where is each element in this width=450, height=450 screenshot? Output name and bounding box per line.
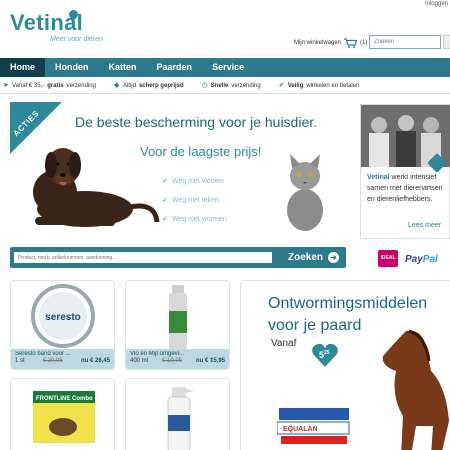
frontline-box-image: FRONTLINE Combo <box>33 391 95 443</box>
price-cents: 25 <box>324 350 330 356</box>
product-card[interactable]: FRONTLINE Combo <box>10 378 115 450</box>
nav-katten[interactable]: Katten <box>99 58 147 77</box>
main-search-input[interactable] <box>14 252 272 263</box>
product-name: Seresto band voor ... <box>15 351 71 357</box>
cat-image <box>287 154 323 231</box>
product-card[interactable]: seresto Seresto band voor ... 1 st € 29,… <box>10 280 115 370</box>
usp-bold: scherp geprijsd <box>138 82 184 89</box>
tagline: Meer voor dieren <box>50 36 103 43</box>
check-icon: ✓ <box>162 216 168 223</box>
logo[interactable]: Vetinal Meer voor dieren <box>10 8 103 43</box>
product-old-price: € 29,95 <box>42 358 63 364</box>
usp-bold: gratis <box>47 82 64 89</box>
header-search-button[interactable] <box>443 35 450 49</box>
horse-promo-title: Ontwormingsmiddelen voor je paard <box>268 295 428 334</box>
usp-bold: Snelle <box>210 82 229 89</box>
usp-free-shipping: ➤ Vanaf € 35,- gratis verzending <box>3 81 96 89</box>
ideal-logo: iDEAL <box>378 250 398 267</box>
about-brand: Vetinal <box>367 174 390 181</box>
cart-count: (1) <box>360 40 368 46</box>
logo-text: Vetinal <box>10 10 84 35</box>
check-item: ✓ Weg met wormen <box>162 210 227 229</box>
arrow-right-icon: ➤ <box>3 81 9 89</box>
cart-icon <box>344 38 358 48</box>
paypal-logo-pal: Pal <box>422 254 438 265</box>
paypal-logo-pay: Pay <box>405 254 423 265</box>
page: Inloggen Vetinal Meer voor dieren Mijn w… <box>0 0 450 450</box>
check-item: ✓ Weg met vlooien <box>162 172 227 191</box>
seresto-brand-text: seresto <box>45 312 81 323</box>
product-old-price: € 19,95 <box>161 358 183 364</box>
cart-link[interactable]: Mijn winkelwagen (1) <box>294 38 367 48</box>
nav-paarden[interactable]: Paarden <box>147 58 203 77</box>
header-search-input[interactable] <box>369 35 441 49</box>
clock-icon: ◷ <box>201 81 208 89</box>
nav-home[interactable]: Home <box>0 58 46 77</box>
spray-bottle-image <box>167 387 194 450</box>
equalan-product-image: EQUALAN <box>277 408 350 444</box>
read-more-link[interactable]: Lees meer <box>408 222 441 229</box>
product-name: Vlo en Mijt omgevi... <box>130 351 185 357</box>
hero-checklist: ✓ Weg met vlooien ✓ Weg met teken ✓ Weg met… <box>162 172 227 229</box>
seresto-collar-image: seresto <box>31 284 95 348</box>
usp-safe: ✔ Veilig winkelen en betalen <box>278 81 360 89</box>
check-icon: ✔ <box>278 81 285 89</box>
usp-bar: ➤ Vanaf € 35,- gratis verzending ◆ Altij… <box>0 78 450 94</box>
horse-promo-vanaf: Vanaf <box>271 338 297 349</box>
frontline-brand-text: FRONTLINE Combo <box>36 396 93 402</box>
paypal-logo: PayPal <box>405 254 438 265</box>
search-button-label: Zoeken <box>288 252 324 263</box>
main-search-button[interactable]: Zoeken ➜ <box>282 249 344 266</box>
product-new-price: nu € 26,45 <box>80 358 110 364</box>
tag-icon: ◆ <box>113 81 120 89</box>
cart-label: Mijn winkelwagen <box>294 40 342 46</box>
check-icon: ✓ <box>162 178 168 185</box>
usp-text: winkelen en betalen <box>306 82 360 89</box>
product-new-price: nu € 15,95 <box>195 358 225 364</box>
check-text: Weg met wormen <box>171 216 227 223</box>
product-info: Seresto band voor ... 1 st € 29,95 nu € … <box>11 349 114 369</box>
usp-text: Altijd <box>122 82 136 89</box>
hero-subtitle: Voor de laagste prijs! <box>140 144 262 159</box>
product-card[interactable]: Vlo en Mijt omgevi... 400 ml € 19,95 nu … <box>125 280 230 370</box>
product-card[interactable] <box>125 378 230 450</box>
usp-bold: Veilig <box>287 82 304 89</box>
usp-text: verzending <box>231 82 261 89</box>
usp-text: verzending <box>66 82 96 89</box>
spray-can-image <box>169 285 187 349</box>
product-price-row: 1 st € 29,95 nu € 26,45 <box>15 358 110 364</box>
usp-fast: ◷ Snelle verzending <box>201 81 261 89</box>
equalan-product-label: EQUALAN <box>283 426 318 433</box>
arrow-right-icon: ➜ <box>328 252 340 263</box>
product-size: 400 ml <box>130 358 149 364</box>
nav-service[interactable]: Service <box>202 58 254 77</box>
usp-price: ◆ Altijd scherp geprijsd <box>113 81 184 89</box>
check-icon: ✓ <box>162 197 168 204</box>
product-price-row: 400 ml € 19,95 nu € 15,95 <box>130 358 225 364</box>
check-item: ✓ Weg met teken <box>162 191 227 210</box>
usp-text: Vanaf € 35,- <box>12 82 45 89</box>
check-text: Weg met vlooien <box>171 178 224 185</box>
main-nav: Home Honden Katten Paarden Service <box>0 58 450 77</box>
about-text: Vetinal werkt intensief samen met dieren… <box>367 172 450 205</box>
nav-honden[interactable]: Honden <box>45 58 99 77</box>
hero-title: De beste bescherming voor je huisdier. <box>75 114 318 130</box>
login-link[interactable]: Inloggen <box>425 1 448 7</box>
check-text: Weg met teken <box>171 197 219 204</box>
product-size: 1 st <box>15 358 25 364</box>
horse-promo-price: 525 <box>319 350 330 360</box>
product-info: Vlo en Mijt omgevi... 400 ml € 19,95 nu … <box>126 349 229 369</box>
horse-image <box>382 329 449 450</box>
